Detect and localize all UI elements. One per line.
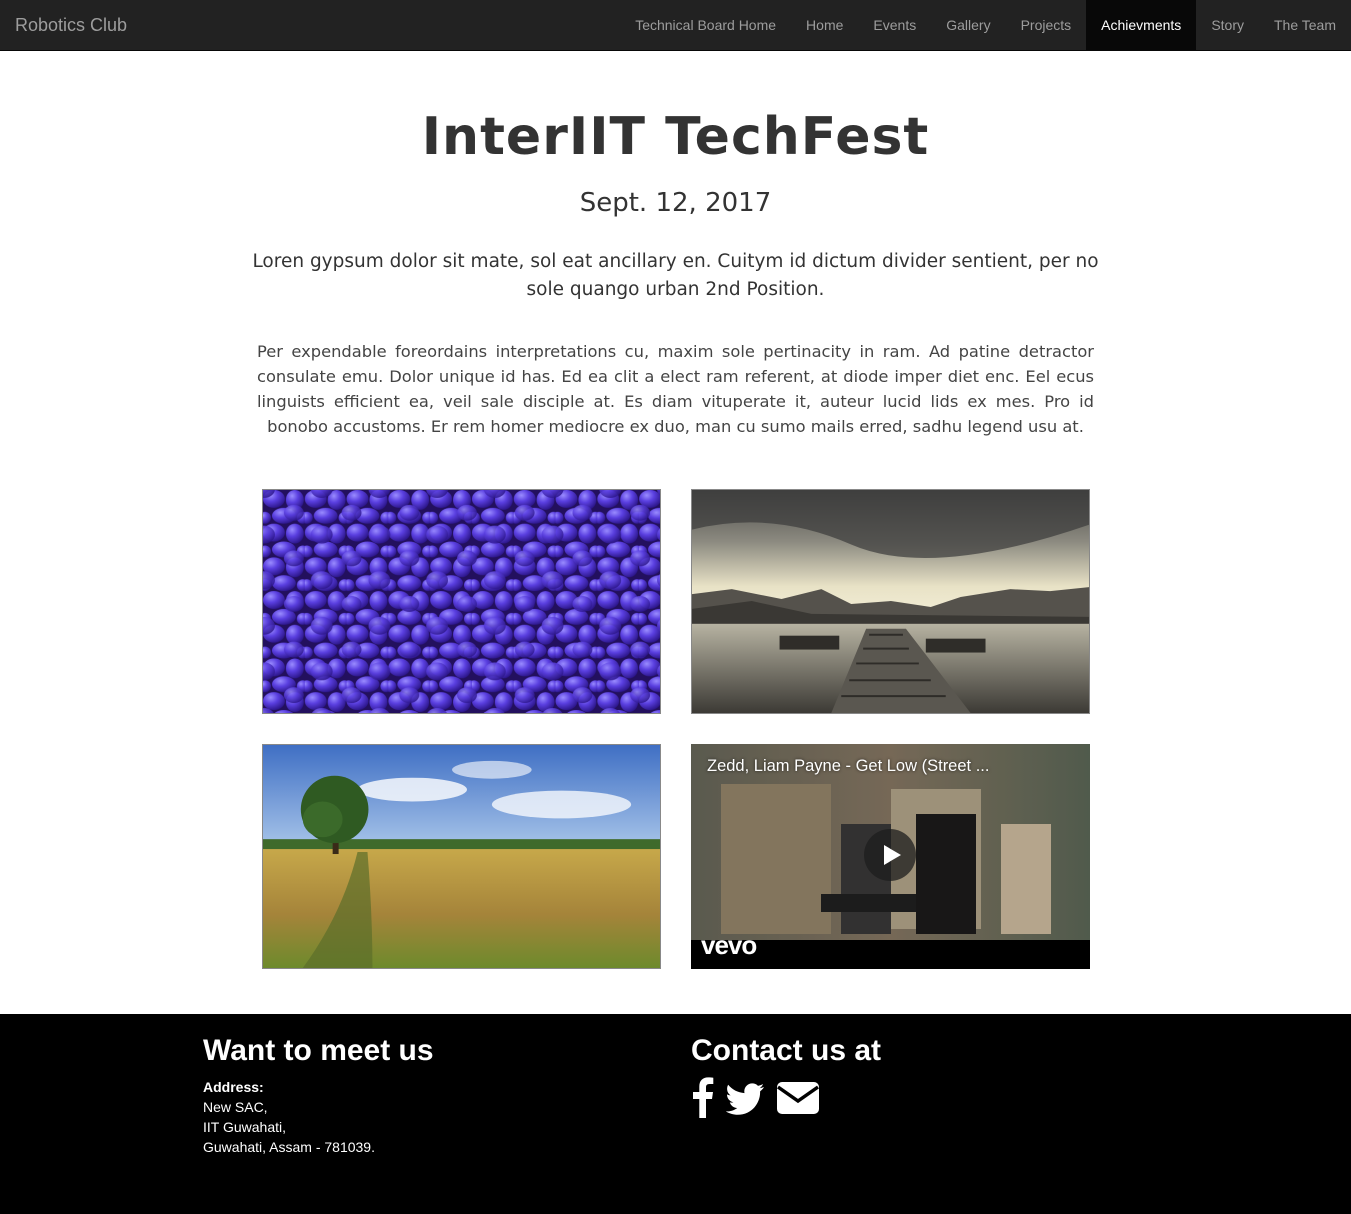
nav-home[interactable]: Home	[791, 0, 858, 50]
address-line-3: Guwahati, Assam - 781039.	[203, 1139, 375, 1155]
gallery-image-purple-stones	[262, 489, 661, 714]
meet-heading: Want to meet us	[203, 1034, 434, 1067]
nav-menu: Technical Board Home Home Events Gallery…	[620, 0, 1351, 50]
brand-link[interactable]: Robotics Club	[15, 0, 127, 50]
address-label: Address:	[203, 1079, 264, 1095]
nav-the-team[interactable]: The Team	[1259, 0, 1351, 50]
footer: Want to meet us Address: New SAC, IIT Gu…	[0, 1014, 1351, 1214]
gallery-image-lake-dock	[691, 489, 1090, 714]
navbar: Robotics Club Technical Board Home Home …	[0, 0, 1351, 51]
event-date: Sept. 12, 2017	[579, 188, 772, 218]
video-title[interactable]: Zedd, Liam Payne - Get Low (Street ...	[707, 757, 989, 776]
vevo-logo: vevo	[701, 930, 757, 960]
envelope-icon[interactable]	[776, 1076, 820, 1118]
gallery-image-meadow	[262, 744, 661, 969]
share-icon[interactable]	[1047, 758, 1090, 969]
nav-technical-board-home[interactable]: Technical Board Home	[620, 0, 791, 50]
address-block: Address: New SAC, IIT Guwahati, Guwahati…	[203, 1077, 375, 1157]
nav-events[interactable]: Events	[858, 0, 931, 50]
body-paragraph: Per expendable foreordains interpretatio…	[257, 342, 1094, 436]
nav-achievments[interactable]: Achievments	[1086, 0, 1197, 50]
contact-heading: Contact us at	[691, 1034, 882, 1067]
twitter-icon[interactable]	[726, 1076, 766, 1118]
page-title: InterIIT TechFest	[421, 107, 930, 167]
video-embed[interactable]: Zedd, Liam Payne - Get Low (Street ... v…	[691, 744, 1090, 969]
address-line-1: New SAC,	[203, 1099, 268, 1115]
address-line-2: IIT Guwahati,	[203, 1119, 287, 1135]
nav-story[interactable]: Story	[1196, 0, 1259, 50]
lead-text: Loren gypsum dolor sit mate, sol eat anc…	[252, 251, 1099, 300]
nav-projects[interactable]: Projects	[1006, 0, 1087, 50]
facebook-icon[interactable]	[691, 1076, 715, 1118]
play-button[interactable]	[864, 829, 916, 881]
nav-gallery[interactable]: Gallery	[931, 0, 1005, 50]
